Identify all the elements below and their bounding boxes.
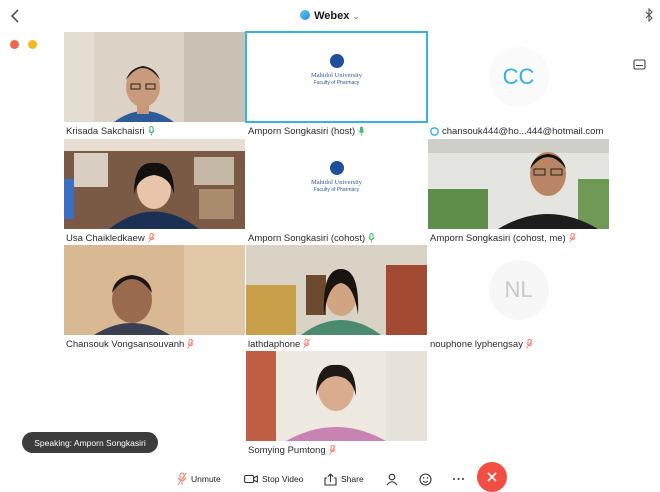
mic-muted-icon xyxy=(187,339,195,349)
share-icon xyxy=(324,472,337,486)
participant-tile[interactable]: Mahidol University Faculty of Pharmacy xyxy=(246,139,427,229)
participant-tile[interactable] xyxy=(246,351,427,441)
avatar-initials: NL xyxy=(488,260,549,320)
active-speaker-indicator: Speaking: Amporn Songkasiri xyxy=(22,432,158,453)
unmute-button[interactable]: Unmute xyxy=(177,468,221,490)
participant-tile-self[interactable] xyxy=(428,139,609,229)
participant-name-row: Amporn Songkasiri (cohost) xyxy=(248,231,375,245)
recording-indicator-dot xyxy=(10,40,19,49)
share-label: Share xyxy=(341,474,364,484)
meeting-title[interactable]: Webex ⌄ xyxy=(0,10,660,22)
participant-name-row: Chansouk Vongsansouvanh xyxy=(66,337,195,351)
reactions-button[interactable] xyxy=(419,468,432,490)
webex-logo-icon xyxy=(300,10,311,20)
mic-active-icon xyxy=(148,126,155,136)
university-logo: Mahidol University Faculty of Pharmacy xyxy=(246,161,427,193)
participant-name-row: Usa Chaikledkaew xyxy=(66,231,155,245)
participant-name: nouphone lyphengsay xyxy=(430,338,523,350)
participant-name: Krisada Sakchaisri xyxy=(66,125,145,137)
app-title: Webex xyxy=(314,10,350,22)
participant-name-row: Somying Pumtong xyxy=(248,443,336,457)
more-dots-icon xyxy=(452,477,465,481)
participant-name: Amporn Songkasiri (cohost, me) xyxy=(430,232,566,244)
chevron-down-icon: ⌄ xyxy=(352,11,360,21)
participant-tile[interactable] xyxy=(64,245,245,335)
mic-active-icon xyxy=(368,233,375,243)
logo-line-1: Mahidol University xyxy=(310,72,363,79)
more-options-button[interactable] xyxy=(452,468,465,490)
mic-muted-icon xyxy=(328,445,336,455)
participant-name-row: nouphone lyphengsay xyxy=(430,337,533,351)
participant-name: chansouk444@ho...444@hotmail.com xyxy=(442,125,604,137)
participant-name-row: Amporn Songkasiri (host) xyxy=(248,124,365,138)
participant-tile[interactable]: CC xyxy=(428,32,609,122)
participant-tile[interactable] xyxy=(64,139,245,229)
university-logo: Mahidol University Faculty of Pharmacy xyxy=(246,54,427,86)
emoji-icon xyxy=(419,472,432,486)
status-indicator-dot xyxy=(28,40,37,49)
participant-video xyxy=(246,245,427,335)
participant-name: Amporn Songkasiri (host) xyxy=(248,125,356,137)
participant-name: lathdaphone xyxy=(248,338,301,350)
participant-video xyxy=(64,139,245,229)
participant-name: Amporn Songkasiri (cohost) xyxy=(248,232,366,244)
stop-video-label: Stop Video xyxy=(262,474,304,484)
participant-name: Chansouk Vongsansouvanh xyxy=(66,338,185,350)
participant-tile[interactable] xyxy=(64,32,245,122)
participant-name-row: Amporn Songkasiri (cohost, me) xyxy=(430,231,576,245)
share-button[interactable]: Share xyxy=(324,468,364,490)
logo-line-2: Faculty of Pharmacy xyxy=(313,187,360,193)
participant-name-row: Krisada Sakchaisri xyxy=(66,124,155,138)
participant-video xyxy=(246,351,427,441)
participants-icon xyxy=(386,473,398,485)
layout-toggle-icon[interactable] xyxy=(633,59,646,70)
mic-muted-icon xyxy=(177,472,187,486)
leave-meeting-button[interactable] xyxy=(477,462,507,492)
mic-active-icon xyxy=(358,126,365,136)
participant-video xyxy=(64,245,245,335)
webex-status-icon xyxy=(430,126,439,136)
participant-tile[interactable] xyxy=(246,245,427,335)
participant-name-row: chansouk444@ho...444@hotmail.com xyxy=(430,124,603,138)
participant-name: Usa Chaikledkaew xyxy=(66,232,145,244)
stop-video-button[interactable]: Stop Video xyxy=(244,468,303,490)
mic-muted-icon xyxy=(303,339,311,349)
logo-line-2: Faculty of Pharmacy xyxy=(313,80,360,86)
participant-tile[interactable]: NL xyxy=(428,245,609,335)
avatar-initials: CC xyxy=(488,47,549,107)
university-seal-icon xyxy=(329,161,344,175)
mic-muted-icon xyxy=(147,233,155,243)
participant-video xyxy=(428,139,609,229)
mic-muted-icon xyxy=(526,339,533,349)
participant-video xyxy=(64,32,245,122)
logo-line-1: Mahidol University xyxy=(310,179,363,186)
unmute-label: Unmute xyxy=(191,474,221,484)
video-camera-icon xyxy=(244,474,258,484)
participant-name-row: lathdaphone xyxy=(248,337,311,351)
bluetooth-icon xyxy=(645,8,653,22)
participant-tile-active-speaker[interactable]: Mahidol University Faculty of Pharmacy xyxy=(245,31,428,123)
participant-name: Somying Pumtong xyxy=(248,444,326,456)
participants-button[interactable] xyxy=(386,468,399,490)
university-seal-icon xyxy=(329,54,344,68)
mic-muted-icon xyxy=(568,233,576,243)
close-icon xyxy=(487,472,497,482)
